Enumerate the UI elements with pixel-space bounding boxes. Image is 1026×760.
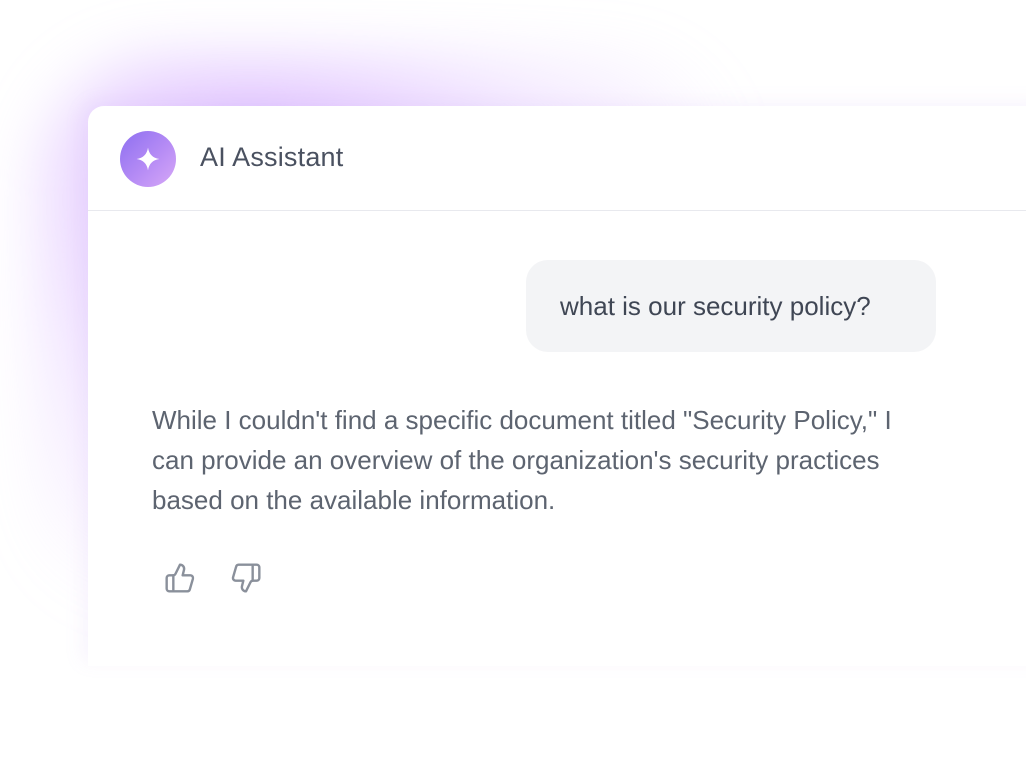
app-canvas: AI Assistant what is our security policy… (0, 0, 1026, 760)
thumbs-down-icon (231, 563, 261, 593)
feedback-controls (162, 560, 264, 596)
thumbs-up-button[interactable] (162, 560, 198, 596)
chat-header: AI Assistant (88, 106, 1026, 211)
thumbs-up-icon (165, 563, 195, 593)
assistant-message: While I couldn't find a specific documen… (152, 405, 892, 515)
assistant-avatar (120, 131, 176, 187)
chat-title: AI Assistant (200, 142, 344, 172)
chat-window: AI Assistant what is our security policy… (88, 106, 1026, 666)
user-message-text: what is our security policy? (560, 290, 871, 321)
thumbs-down-button[interactable] (228, 560, 264, 596)
card-bottom-fade (88, 606, 1026, 666)
sparkle-icon (136, 147, 160, 171)
user-message-bubble: what is our security policy? (526, 260, 936, 352)
